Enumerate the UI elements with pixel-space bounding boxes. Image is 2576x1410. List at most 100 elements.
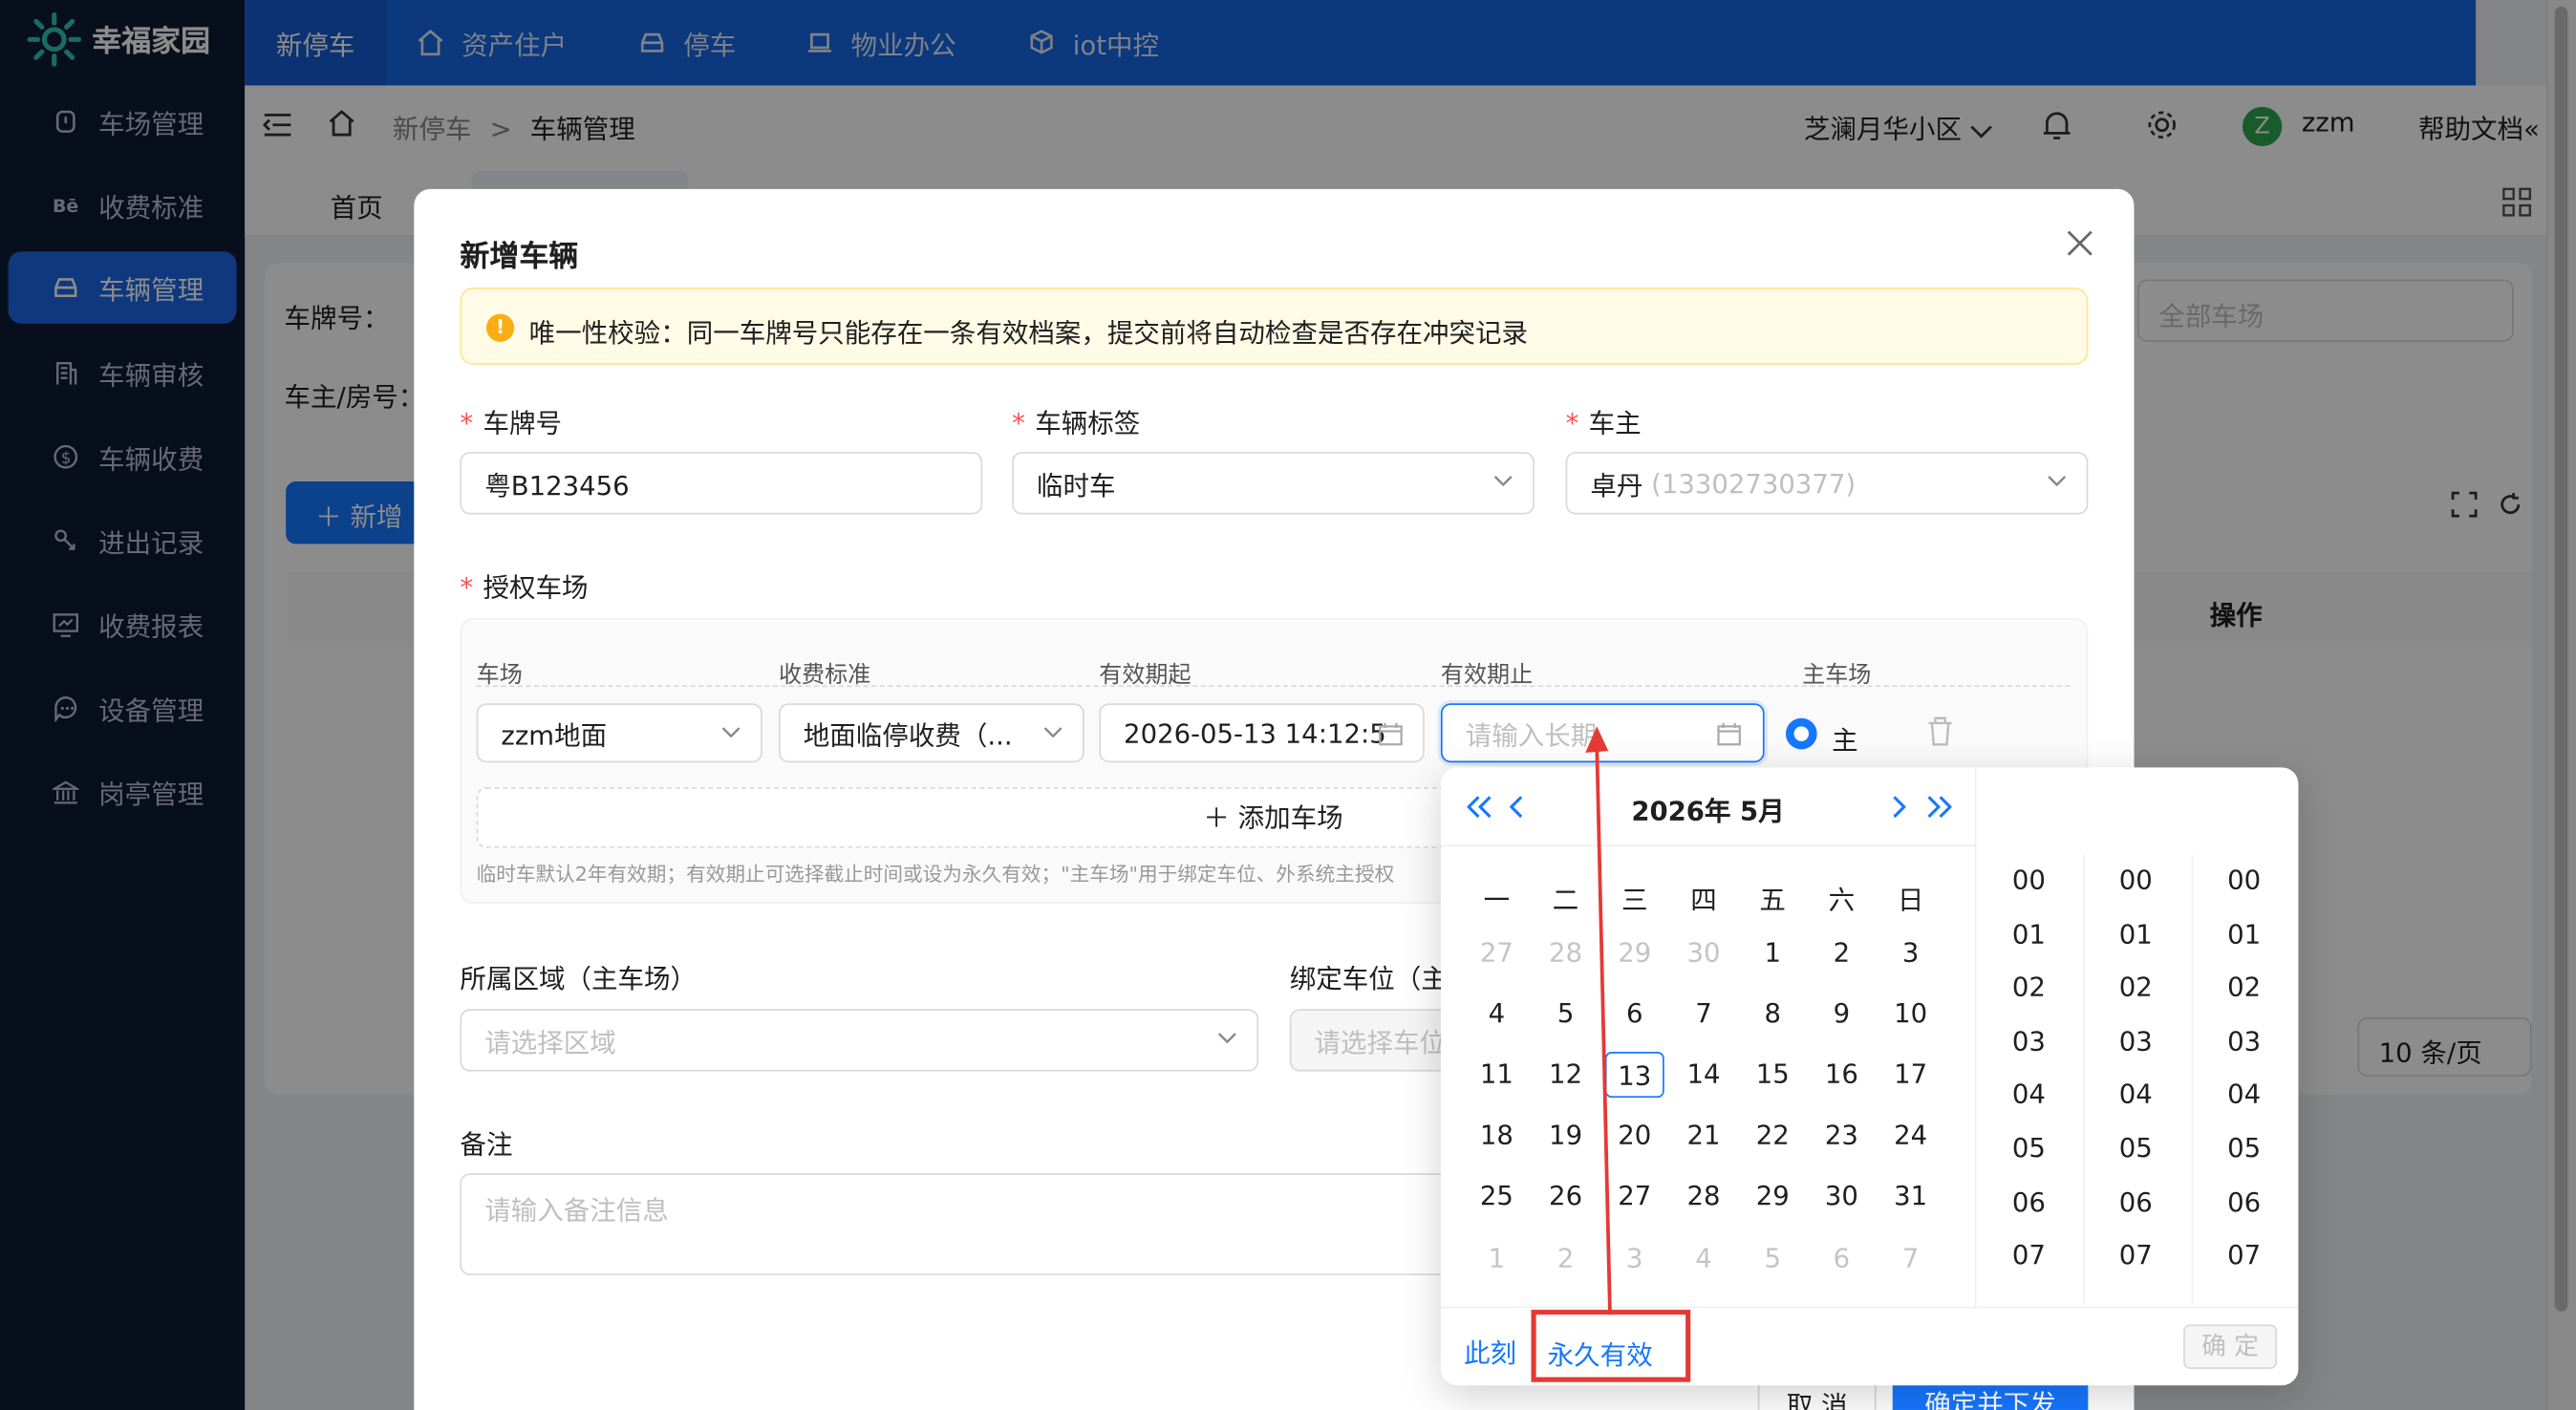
day-cell[interactable]: 10 (1881, 991, 1941, 1036)
lot-hint: 临时车默认2年有效期；有效期止可选择截止时间或设为永久有效；"主车场"用于绑定车… (476, 863, 1395, 887)
col-start: 有效期起 (1099, 662, 1191, 689)
minute-option[interactable]: 03 (2103, 1025, 2169, 1057)
tag-select[interactable]: 临时车 (1012, 452, 1535, 515)
day-cell[interactable]: 8 (1743, 991, 1802, 1036)
second-option[interactable]: 04 (2211, 1079, 2277, 1110)
day-cell[interactable]: 28 (1674, 1173, 1733, 1219)
main-lot-label: 主 (1832, 724, 1858, 757)
owner-name: 卓丹 (1590, 470, 1643, 502)
second-option[interactable]: 00 (2211, 865, 2277, 896)
add-lot-label: 添加车场 (1237, 801, 1343, 834)
day-cell[interactable]: 30 (1812, 1173, 1871, 1219)
day-cell[interactable]: 9 (1812, 991, 1871, 1036)
day-cell[interactable]: 25 (1467, 1173, 1526, 1219)
now-button[interactable]: 此刻 (1464, 1331, 1516, 1370)
minute-option[interactable]: 07 (2103, 1239, 2169, 1271)
day-cell[interactable]: 4 (1674, 1236, 1733, 1282)
tag-label-text: 车辆标签 (1035, 407, 1141, 439)
plate-label: * 车牌号 (460, 407, 563, 439)
day-cell[interactable]: 2 (1812, 930, 1871, 976)
day-cell[interactable]: 18 (1467, 1113, 1526, 1159)
day-cell[interactable]: 16 (1812, 1052, 1871, 1098)
day-cell[interactable]: 30 (1674, 930, 1733, 976)
area-select[interactable]: 请选择区域 (460, 1009, 1259, 1072)
double-chevron-right-icon[interactable] (1925, 796, 1952, 819)
lot-select[interactable]: zzm地面 (476, 703, 762, 763)
day-cell[interactable]: 21 (1674, 1113, 1733, 1159)
chevron-right-icon[interactable] (1891, 796, 1906, 819)
hour-option[interactable]: 06 (1996, 1186, 2062, 1217)
day-cell[interactable]: 24 (1881, 1113, 1941, 1159)
chevron-down-icon (2048, 476, 2067, 487)
day-cell[interactable]: 29 (1743, 1173, 1802, 1219)
second-option[interactable]: 05 (2211, 1132, 2277, 1164)
day-cell[interactable]: 27 (1467, 930, 1526, 976)
remark-label: 备注 (460, 1128, 513, 1161)
hour-option[interactable]: 03 (1996, 1025, 2062, 1057)
day-cell[interactable]: 7 (1674, 991, 1733, 1036)
uniqueness-alert: ! 唯一性校验：同一车牌号只能存在一条有效档案，提交前将自动检查是否存在冲突记录 (460, 288, 2089, 365)
start-date-value: 2026-05-13 14:12:5 (1124, 716, 1386, 749)
spot-label: 绑定车位（主 (1289, 963, 1448, 994)
second-option[interactable]: 03 (2211, 1025, 2277, 1057)
day-cell[interactable]: 22 (1743, 1113, 1802, 1159)
minute-option[interactable]: 06 (2103, 1186, 2169, 1217)
picker-year[interactable]: 2026年 (1631, 796, 1730, 827)
hour-option[interactable]: 00 (1996, 865, 2062, 896)
day-cell[interactable]: 23 (1812, 1113, 1871, 1159)
double-chevron-left-icon[interactable] (1467, 796, 1493, 819)
hour-option[interactable]: 04 (1996, 1079, 2062, 1110)
plate-label-text: 车牌号 (483, 407, 563, 439)
day-cell[interactable]: 11 (1467, 1052, 1526, 1098)
day-cell[interactable]: 5 (1743, 1236, 1802, 1282)
trash-icon[interactable] (1927, 716, 1954, 746)
minute-option[interactable]: 04 (2103, 1079, 2169, 1110)
fee-select[interactable]: 地面临停收费（... (778, 703, 1084, 763)
minute-option[interactable]: 00 (2103, 865, 2169, 896)
hour-option[interactable]: 02 (1996, 972, 2062, 1003)
second-option[interactable]: 01 (2211, 918, 2277, 950)
remark-textarea[interactable]: 请输入备注信息 (460, 1173, 1454, 1275)
day-cell[interactable]: 15 (1743, 1052, 1802, 1098)
minute-option[interactable]: 01 (2103, 918, 2169, 950)
second-option[interactable]: 02 (2211, 972, 2277, 1003)
hour-option[interactable]: 01 (1996, 918, 2062, 950)
weekday-header: 四 (1690, 884, 1717, 916)
picker-title: 2026年 5月 (1631, 789, 1784, 828)
day-cell[interactable]: 17 (1881, 1052, 1941, 1098)
day-cell[interactable]: 14 (1674, 1052, 1733, 1098)
day-cell[interactable]: 1 (1467, 1236, 1526, 1282)
lot-value: zzm地面 (501, 719, 608, 752)
day-cell[interactable]: 3 (1881, 930, 1941, 976)
auth-lot-label-text: 授权车场 (483, 571, 589, 604)
weekday-header: 五 (1759, 884, 1786, 916)
main-lot-radio[interactable] (1785, 717, 1817, 750)
chevron-left-icon[interactable] (1510, 796, 1524, 819)
picker-ok-button[interactable]: 确 定 (2183, 1324, 2278, 1369)
hour-option[interactable]: 07 (1996, 1239, 2062, 1271)
day-cell[interactable]: 31 (1881, 1173, 1941, 1219)
col-fee: 收费标准 (778, 662, 871, 689)
area-label: 所属区域（主车场） (460, 963, 698, 994)
spot-select[interactable]: 请选择车位 (1289, 1009, 1454, 1072)
col-lot: 车场 (476, 662, 523, 689)
day-cell[interactable]: 4 (1467, 991, 1526, 1036)
minute-option[interactable]: 05 (2103, 1132, 2169, 1164)
plate-input[interactable]: 粤B123456 (460, 452, 983, 515)
spot-placeholder: 请选择车位 (1314, 1027, 1447, 1058)
owner-select[interactable]: 卓丹 (13302730377) (1565, 452, 2089, 515)
fee-value: 地面临停收费（... (803, 719, 1013, 752)
now-label: 此刻 (1463, 1337, 1517, 1369)
dialog-title: 新增车辆 (460, 240, 579, 275)
picker-month[interactable]: 5月 (1740, 796, 1785, 827)
minute-option[interactable]: 02 (2103, 972, 2169, 1003)
close-icon[interactable] (2067, 230, 2093, 257)
day-cell[interactable]: 6 (1812, 1236, 1871, 1282)
hour-option[interactable]: 05 (1996, 1132, 2062, 1164)
day-cell[interactable]: 7 (1881, 1236, 1941, 1282)
second-option[interactable]: 06 (2211, 1186, 2277, 1217)
day-cell[interactable]: 1 (1743, 930, 1802, 976)
start-date-picker[interactable]: 2026-05-13 14:12:5 (1099, 703, 1425, 763)
second-option[interactable]: 07 (2211, 1239, 2277, 1271)
warning-icon: ! (485, 313, 515, 342)
